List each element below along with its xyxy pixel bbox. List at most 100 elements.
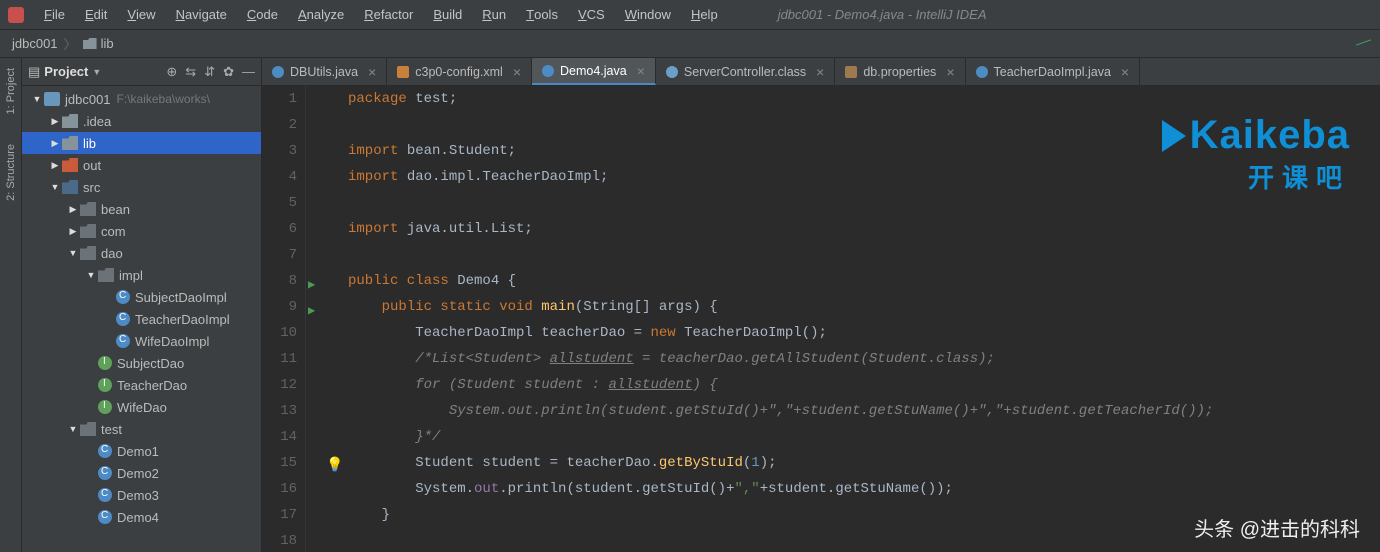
intention-bulb-icon[interactable]: 💡 — [326, 453, 343, 479]
close-icon[interactable]: × — [368, 64, 376, 80]
tree-item-teacherdaoimpl[interactable]: TeacherDaoImpl — [22, 308, 261, 330]
sidebar-header: ▤ Project ▼ ⊕ ⇆ ⇵ ✿ — — [22, 58, 261, 86]
menu-run[interactable]: Run — [472, 7, 516, 22]
close-icon[interactable]: × — [946, 64, 954, 80]
tree-arrow-icon[interactable]: ▶ — [66, 226, 80, 237]
tree-arrow-icon[interactable]: ▶ — [48, 116, 62, 127]
tree-label: bean — [101, 202, 130, 217]
class-icon — [116, 290, 130, 304]
tree-item-teacherdao[interactable]: TeacherDao — [22, 374, 261, 396]
tree-arrow-icon[interactable]: ▶ — [48, 138, 62, 149]
tab-teacherdaoimpl-java[interactable]: TeacherDaoImpl.java× — [966, 58, 1141, 85]
tree-item-subjectdaoimpl[interactable]: SubjectDaoImpl — [22, 286, 261, 308]
tree-label: TeacherDaoImpl — [135, 312, 230, 327]
tree-arrow-icon[interactable]: ▼ — [66, 248, 80, 258]
tab-label: c3p0-config.xml — [415, 65, 503, 79]
tab-servercontroller-class[interactable]: ServerController.class× — [656, 58, 835, 85]
sidebar-title[interactable]: Project — [44, 64, 88, 79]
hide-icon[interactable]: — — [242, 64, 255, 80]
tree-item-lib[interactable]: ▶lib — [22, 132, 261, 154]
menu-file[interactable]: File — [34, 7, 75, 22]
menu-edit[interactable]: Edit — [75, 7, 117, 22]
close-icon[interactable]: × — [1121, 64, 1129, 80]
build-indicator-icon[interactable]: ⟋ — [1353, 33, 1372, 54]
tree-item-com[interactable]: ▶com — [22, 220, 261, 242]
close-icon[interactable]: × — [816, 64, 824, 80]
menu-view[interactable]: View — [117, 7, 165, 22]
class-icon — [98, 510, 112, 524]
fold-bar[interactable]: 💡 — [326, 86, 340, 552]
breadcrumb-project[interactable]: jdbc001 — [12, 36, 58, 51]
project-sidebar: ▤ Project ▼ ⊕ ⇆ ⇵ ✿ — ▼jdbc001F:\kaikeba… — [22, 58, 262, 552]
menu-refactor[interactable]: Refactor — [354, 7, 423, 22]
collapse-icon[interactable]: ⇵ — [204, 64, 215, 80]
tree-item-bean[interactable]: ▶ bean — [22, 198, 261, 220]
tree-arrow-icon[interactable]: ▶ — [48, 160, 62, 171]
menu-analyze[interactable]: Analyze — [288, 7, 354, 22]
folder-icon — [83, 38, 97, 49]
java-file-icon — [976, 66, 988, 78]
tab-c3p0-config-xml[interactable]: c3p0-config.xml × — [387, 58, 532, 85]
tree-item-out[interactable]: ▶ out — [22, 154, 261, 176]
tree-item-demo1[interactable]: Demo1 — [22, 440, 261, 462]
breadcrumb-folder[interactable]: lib — [101, 36, 114, 51]
tree-item-jdbc001[interactable]: ▼jdbc001F:\kaikeba\works\ — [22, 88, 261, 110]
gutter-icons[interactable]: ▶▶ — [306, 86, 326, 552]
tab-dbutils-java[interactable]: DBUtils.java × — [262, 58, 387, 85]
tab-label: DBUtils.java — [290, 65, 358, 79]
chevron-down-icon[interactable]: ▼ — [92, 67, 101, 77]
tree-item-wifedao[interactable]: WifeDao — [22, 396, 261, 418]
tree-item-subjectdao[interactable]: SubjectDao — [22, 352, 261, 374]
tree-item-wifedaoimpl[interactable]: WifeDaoImpl — [22, 330, 261, 352]
logo-text: Kaikeba — [1190, 113, 1350, 158]
class-icon — [98, 444, 112, 458]
menu-build[interactable]: Build — [423, 7, 472, 22]
menu-window[interactable]: Window — [615, 7, 681, 22]
run-icon[interactable]: ▶ — [308, 272, 315, 298]
tree-label: Demo4 — [117, 510, 159, 525]
tree-item-test[interactable]: ▼test — [22, 418, 261, 440]
tree-label: out — [83, 158, 101, 173]
run-icon[interactable]: ▶ — [308, 298, 315, 324]
class-icon — [98, 488, 112, 502]
logo-subtitle: 开课吧 — [1162, 158, 1350, 195]
project-dropdown-icon[interactable]: ▤ — [28, 64, 40, 80]
left-toolstrip: 1: Project 2: Structure — [0, 58, 22, 552]
menu-vcs[interactable]: VCS — [568, 7, 615, 22]
tree-arrow-icon[interactable]: ▼ — [66, 424, 80, 434]
tree-item-impl[interactable]: ▼ impl — [22, 264, 261, 286]
breadcrumb-separator: 〉 — [64, 34, 77, 53]
menu-help[interactable]: Help — [681, 7, 728, 22]
menu-navigate[interactable]: Navigate — [166, 7, 237, 22]
tree-item-demo3[interactable]: Demo3 — [22, 484, 261, 506]
menu-code[interactable]: Code — [237, 7, 288, 22]
module-icon — [44, 92, 60, 106]
tree-item-demo2[interactable]: Demo2 — [22, 462, 261, 484]
toolstrip-structure[interactable]: 2: Structure — [5, 144, 17, 201]
main-area: 1: Project 2: Structure ▤ Project ▼ ⊕ ⇆ … — [0, 58, 1380, 552]
locate-icon[interactable]: ⊕ — [166, 64, 177, 80]
folder-icon — [62, 114, 78, 128]
settings-icon[interactable]: ✿ — [223, 64, 234, 80]
project-tree[interactable]: ▼jdbc001F:\kaikeba\works\▶.idea▶lib▶out▼… — [22, 86, 261, 552]
menu-tools[interactable]: Tools — [516, 7, 568, 22]
tree-item-dao[interactable]: ▼dao — [22, 242, 261, 264]
tree-arrow-icon[interactable]: ▶ — [66, 204, 80, 215]
close-icon[interactable]: × — [513, 64, 521, 80]
tree-item-src[interactable]: ▼src — [22, 176, 261, 198]
class-icon — [98, 466, 112, 480]
tree-arrow-icon[interactable]: ▼ — [48, 182, 62, 192]
tree-arrow-icon[interactable]: ▼ — [84, 270, 98, 280]
tree-arrow-icon[interactable]: ▼ — [30, 94, 44, 104]
tab-demo4-java[interactable]: Demo4.java× — [532, 58, 656, 85]
expand-icon[interactable]: ⇆ — [185, 64, 196, 80]
toolstrip-project[interactable]: 1: Project — [5, 68, 17, 114]
class-icon — [116, 312, 130, 326]
line-gutter[interactable]: 123456789101112131415161718 — [262, 86, 306, 552]
tree-item-.idea[interactable]: ▶.idea — [22, 110, 261, 132]
close-icon[interactable]: × — [637, 63, 645, 79]
tree-label: impl — [119, 268, 143, 283]
tab-db-properties[interactable]: db.properties × — [835, 58, 965, 85]
tab-label: db.properties — [863, 65, 936, 79]
tree-item-demo4[interactable]: Demo4 — [22, 506, 261, 528]
